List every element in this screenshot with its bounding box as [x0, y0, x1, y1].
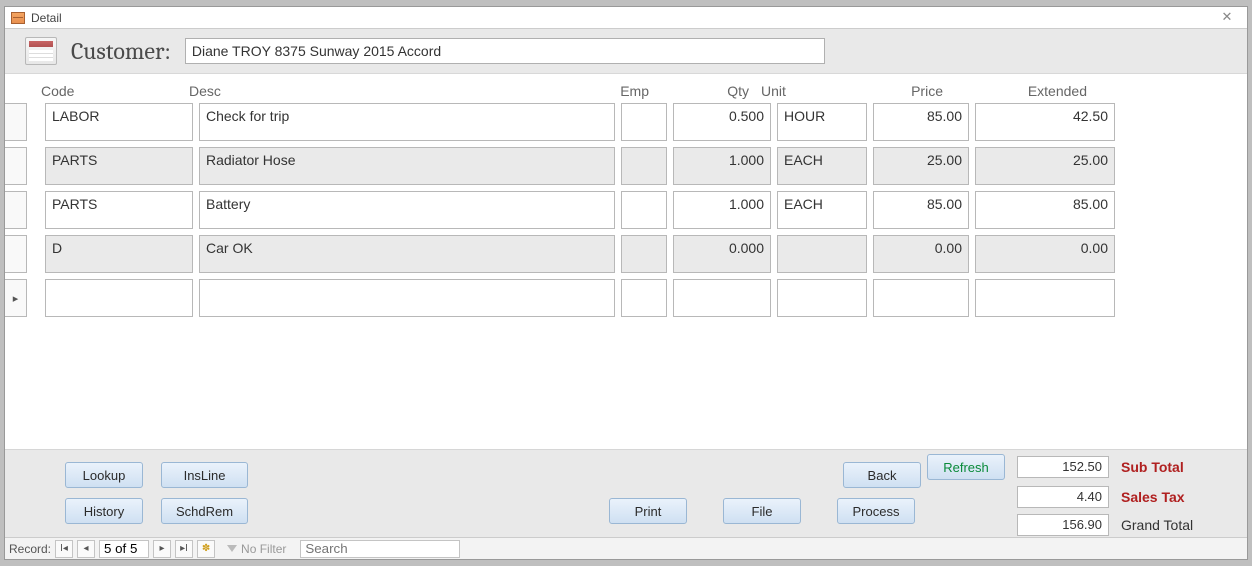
cell-desc[interactable]: Radiator Hose [199, 147, 615, 185]
cell-qty[interactable]: 1.000 [673, 191, 771, 229]
process-button[interactable]: Process [837, 498, 915, 524]
row-selector[interactable] [5, 279, 27, 317]
subtotal-label: Sub Total [1121, 459, 1211, 475]
cell-ext[interactable]: 42.50 [975, 103, 1115, 141]
column-headers: Code Desc Emp Qty Unit Price Extended [5, 77, 1247, 103]
cell-price[interactable]: 85.00 [873, 103, 969, 141]
cell-price[interactable]: 85.00 [873, 191, 969, 229]
col-desc: Desc [185, 83, 605, 99]
detail-grid: Code Desc Emp Qty Unit Price Extended LA… [5, 77, 1247, 449]
cell-code[interactable]: PARTS [45, 191, 193, 229]
table-row: LABORCheck for trip 0.500HOUR85.0042.50 [5, 103, 1247, 141]
datasheet-icon [25, 37, 57, 65]
cell-qty[interactable]: 1.000 [673, 147, 771, 185]
col-emp: Emp [605, 83, 653, 99]
lookup-button[interactable]: Lookup [65, 462, 143, 488]
nav-prev-button[interactable]: ◂ [77, 540, 95, 558]
insline-button[interactable]: InsLine [161, 462, 248, 488]
cell-emp[interactable] [621, 147, 667, 185]
cell-desc[interactable]: Car OK [199, 235, 615, 273]
col-code: Code [37, 83, 185, 99]
cell-emp[interactable] [621, 279, 667, 317]
cell-price[interactable] [873, 279, 969, 317]
schdrem-button[interactable]: SchdRem [161, 498, 248, 524]
cell-desc[interactable] [199, 279, 615, 317]
window-title: Detail [31, 11, 62, 25]
nav-last-button[interactable]: ▸I [175, 540, 193, 558]
customer-label: Customer: [71, 37, 171, 65]
row-selector[interactable] [5, 147, 27, 185]
header-strip: Customer: [5, 29, 1247, 74]
subtotal-value: 152.50 [1017, 456, 1109, 478]
cell-ext[interactable]: 0.00 [975, 235, 1115, 273]
detail-window: Detail ✕ Customer: Code Desc Emp Qty Uni… [4, 6, 1248, 560]
table-row: PARTSRadiator Hose1.000EACH25.0025.00 [5, 147, 1247, 185]
cell-emp[interactable] [621, 103, 667, 141]
file-button[interactable]: File [723, 498, 801, 524]
cell-ext[interactable] [975, 279, 1115, 317]
cell-unit[interactable]: EACH [777, 191, 867, 229]
cell-ext[interactable]: 25.00 [975, 147, 1115, 185]
row-selector[interactable] [5, 235, 27, 273]
cell-ext[interactable]: 85.00 [975, 191, 1115, 229]
search-input[interactable] [300, 540, 460, 558]
salestax-label: Sales Tax [1121, 489, 1211, 505]
print-button[interactable]: Print [609, 498, 687, 524]
cell-desc[interactable]: Battery [199, 191, 615, 229]
table-row: DCar OK 0.000 0.000.00 [5, 235, 1247, 273]
record-position[interactable] [99, 540, 149, 558]
col-price: Price [847, 83, 947, 99]
grandtotal-label: Grand Total [1121, 517, 1211, 533]
row-selector[interactable] [5, 191, 27, 229]
salestax-value: 4.40 [1017, 486, 1109, 508]
record-navigator: Record: I◂ ◂ ▸ ▸I ✽ No Filter [5, 537, 1247, 559]
cell-qty[interactable] [673, 279, 771, 317]
nav-next-button[interactable]: ▸ [153, 540, 171, 558]
back-button[interactable]: Back [843, 462, 921, 488]
cell-code[interactable] [45, 279, 193, 317]
funnel-icon [227, 545, 237, 552]
cell-code[interactable]: LABOR [45, 103, 193, 141]
filter-indicator: No Filter [227, 542, 286, 556]
col-qty: Qty [653, 83, 753, 99]
history-button[interactable]: History [65, 498, 143, 524]
record-label: Record: [9, 542, 51, 556]
cell-price[interactable]: 25.00 [873, 147, 969, 185]
cell-desc[interactable]: Check for trip [199, 103, 615, 141]
customer-input[interactable] [185, 38, 825, 64]
cell-code[interactable]: PARTS [45, 147, 193, 185]
nav-first-button[interactable]: I◂ [55, 540, 73, 558]
cell-unit[interactable] [777, 279, 867, 317]
cell-unit[interactable]: EACH [777, 147, 867, 185]
cell-qty[interactable]: 0.500 [673, 103, 771, 141]
table-row: PARTSBattery1.000EACH85.0085.00 [5, 191, 1247, 229]
table-row [5, 279, 1247, 317]
nav-new-button[interactable]: ✽ [197, 540, 215, 558]
refresh-button[interactable]: Refresh [927, 454, 1005, 480]
cell-emp[interactable] [621, 191, 667, 229]
cell-price[interactable]: 0.00 [873, 235, 969, 273]
close-icon[interactable]: ✕ [1213, 9, 1241, 27]
col-unit: Unit [753, 83, 847, 99]
grandtotal-value: 156.90 [1017, 514, 1109, 536]
row-selector[interactable] [5, 103, 27, 141]
footer: Lookup InsLine History SchdRem Back Prin… [5, 449, 1247, 537]
cell-code[interactable]: D [45, 235, 193, 273]
col-ext: Extended [947, 83, 1091, 99]
cell-qty[interactable]: 0.000 [673, 235, 771, 273]
cell-unit[interactable]: HOUR [777, 103, 867, 141]
filter-label: No Filter [241, 542, 286, 556]
cell-emp[interactable] [621, 235, 667, 273]
titlebar: Detail ✕ [5, 7, 1247, 29]
form-icon [11, 12, 25, 24]
cell-unit[interactable] [777, 235, 867, 273]
